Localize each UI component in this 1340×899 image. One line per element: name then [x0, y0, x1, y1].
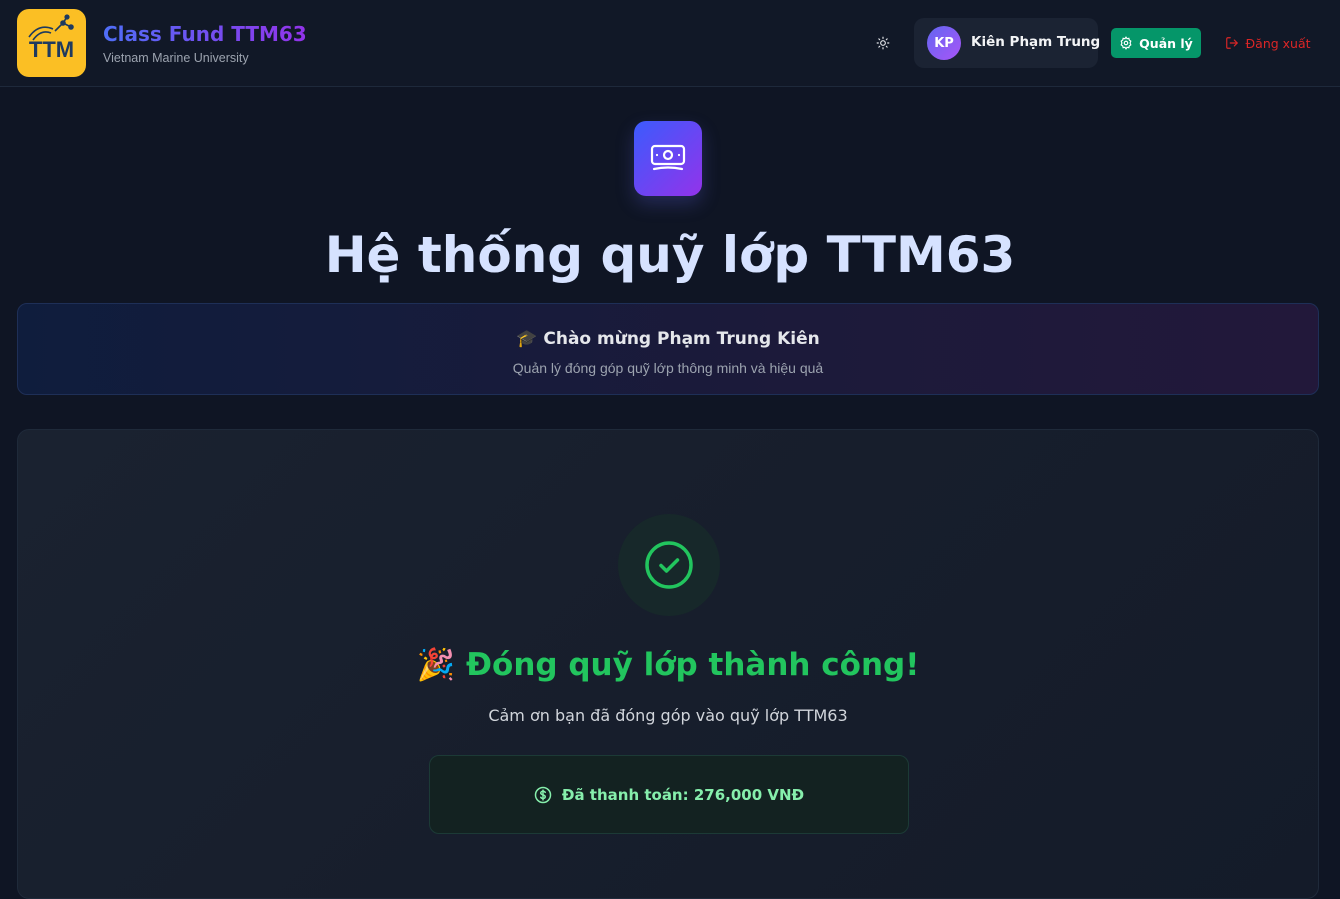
check-circle-icon — [645, 541, 693, 589]
welcome-subtitle: Quản lý đóng góp quỹ lớp thông minh và h… — [512, 360, 824, 376]
success-subtitle: Cảm ơn bạn đã đóng góp vào quỹ lớp TTM63 — [488, 706, 848, 725]
sun-icon — [876, 36, 890, 50]
manage-button-label: Quản lý — [1139, 35, 1193, 51]
brand-title[interactable]: Class Fund TTM63 — [103, 22, 307, 46]
user-profile-chip[interactable]: KP Kiên Phạm Trung — [914, 18, 1101, 68]
theme-toggle-button[interactable] — [870, 30, 896, 56]
logout-button-label: Đăng xuất — [1245, 35, 1311, 51]
payment-result-card: 🎉 Đóng quỹ lớp thành công! Cảm ơn bạn đã… — [17, 429, 1319, 899]
party-popper-icon: 🎉 — [416, 647, 456, 683]
welcome-title: 🎓 Chào mừng Phạm Trung Kiên — [18, 329, 1318, 349]
app-logo[interactable]: TTM — [17, 9, 86, 77]
welcome-title-text: Chào mừng Phạm Trung Kiên — [543, 329, 820, 349]
manage-button[interactable]: Quản lý — [1111, 28, 1201, 58]
welcome-banner: 🎓 Chào mừng Phạm Trung Kiên Quản lý đóng… — [17, 303, 1319, 395]
logout-icon — [1226, 37, 1239, 49]
paid-amount-box: Đã thanh toán: 276,000 VNĐ — [429, 755, 909, 834]
paid-amount-text: Đã thanh toán: 276,000 VNĐ — [561, 785, 805, 804]
logo-graphic-icon — [28, 14, 74, 41]
avatar: KP — [927, 26, 961, 60]
top-navbar: TTM Class Fund TTM63 Vietnam Marine Univ… — [0, 0, 1340, 87]
brand-subtitle: Vietnam Marine University — [103, 51, 249, 65]
page-title: Hệ thống quỹ lớp TTM63 — [324, 226, 1016, 284]
user-name: Kiên Phạm Trung — [971, 34, 1101, 50]
hero-app-icon — [634, 121, 702, 196]
success-title: 🎉 Đóng quỹ lớp thành công! — [18, 646, 1318, 683]
logout-button[interactable]: Đăng xuất — [1223, 28, 1313, 58]
success-title-text: Đóng quỹ lớp thành công! — [466, 647, 920, 683]
dollar-circle-icon — [534, 786, 552, 803]
success-badge — [618, 514, 720, 616]
gear-icon — [1120, 36, 1132, 50]
graduation-cap-icon: 🎓 — [516, 329, 538, 349]
money-icon — [650, 144, 686, 170]
